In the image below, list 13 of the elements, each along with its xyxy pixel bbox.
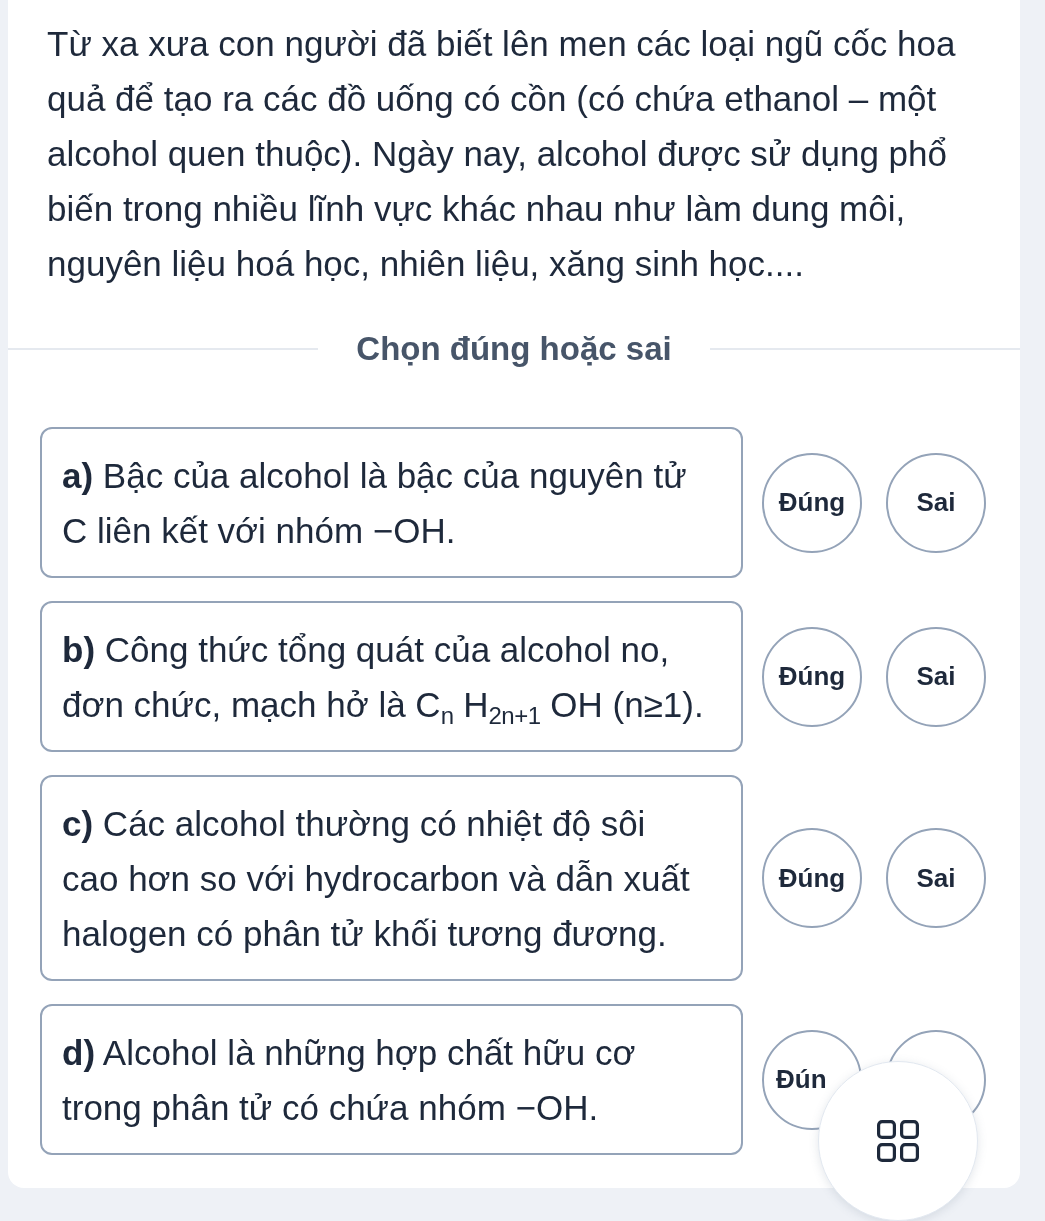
true-button[interactable]: Đúng [762, 452, 862, 553]
false-button[interactable]: Sai [886, 828, 986, 928]
intro-paragraph: Từ xa xưa con người đã biết lên men các loại ngũ cốc hoa quả để tạo ra các đồ uống có cồn (có chứa ethanol – một alcohol quen thuộc). Ngày nay, alcohol được sử dụng phổ biến trong nhiều lĩnh vực khác nhau như làm dung môi, nguyên liệu hoá học, nhiên liệu, xăng sinh học.... [46, 23, 957, 285]
true-button[interactable]: Đúng [762, 828, 862, 928]
statement-text: b) Công thức tổng quát của alcohol no, đơn chức, mạch hở là C$_{n}$ H$_{2n+1}$ OH (n≥1). [40, 601, 743, 752]
grid-icon [877, 1120, 919, 1162]
section-title: Chọn đúng hoặc sai [356, 330, 672, 368]
statement-text: c) Các alcohol thường có nhiệt độ sôi cao hơn so với hydrocarbon và dẫn xuất halogen có phân tử khối tương đương. [40, 775, 743, 981]
false-button[interactable]: Sai [886, 626, 986, 727]
true-button[interactable]: Đúng [762, 626, 862, 727]
false-button[interactable]: Sai [886, 452, 986, 553]
statement-text: d) Alcohol là những hợp chất hữu cơ trong phân tử có chứa nhóm −OH. [40, 1004, 743, 1155]
statement-text: a) Bậc của alcohol là bậc của nguyên tử C liên kết với nhóm −OH. [40, 427, 743, 578]
